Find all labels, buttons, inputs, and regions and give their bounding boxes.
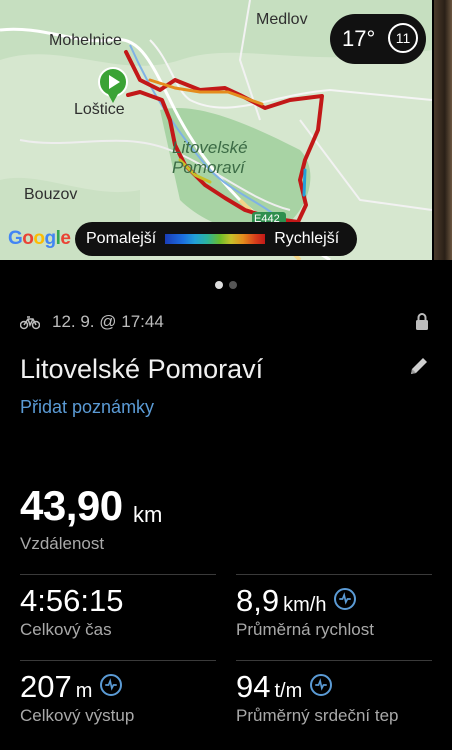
distance-label: Vzdálenost xyxy=(20,534,105,553)
ascent-label: Celkový výstup xyxy=(20,706,135,725)
temperature: 17° xyxy=(342,26,376,51)
ascent-stat[interactable]: 207 m xyxy=(20,669,123,705)
avg-speed-stat[interactable]: 8,9 km/h xyxy=(236,583,357,619)
carousel-indicator xyxy=(0,281,452,289)
legend-fast: Rychlejší xyxy=(274,230,340,247)
speed-legend: Pomalejší Rychlejší xyxy=(75,222,357,256)
avg-speed-unit: km/h xyxy=(283,594,327,616)
route-map[interactable]: Medlov Mohelnice Loštice Bouzov Litovels… xyxy=(0,0,432,260)
activity-title: Litovelské Pomoraví xyxy=(20,354,264,384)
divider xyxy=(236,660,432,661)
weather-badge: 17° 11 xyxy=(330,14,426,64)
google-logo: Google xyxy=(8,228,71,249)
divider xyxy=(20,574,216,575)
activity-date: 12. 9. @ 17:44 xyxy=(52,312,164,331)
divider xyxy=(236,574,432,575)
chart-pulse-icon[interactable] xyxy=(310,673,333,696)
lock-icon[interactable] xyxy=(414,313,430,330)
avg-speed-value: 8,9 xyxy=(236,583,280,618)
legend-slow: Pomalejší xyxy=(86,230,157,247)
chart-pulse-icon[interactable] xyxy=(100,673,123,696)
next-photo-card[interactable] xyxy=(434,0,452,260)
carousel-dot-2[interactable] xyxy=(229,281,237,289)
avg-hr-label: Průměrný srdeční tep xyxy=(236,706,399,725)
activity-meta: 12. 9. @ 17:44 xyxy=(20,312,164,332)
divider xyxy=(20,660,216,661)
map-label-mohelnice: Mohelnice xyxy=(49,32,122,49)
map-label-medlov: Medlov xyxy=(256,11,308,28)
avg-speed-label: Průměrná rychlost xyxy=(236,620,374,639)
map-label-park: Litovelské Pomoraví xyxy=(172,138,248,177)
add-notes-link[interactable]: Přidat poznámky xyxy=(20,397,154,418)
distance-value: 43,90 xyxy=(20,482,123,529)
avg-hr-value: 94 xyxy=(236,669,271,704)
total-time-value: 4:56:15 xyxy=(20,583,124,618)
avg-hr-stat[interactable]: 94 t/m xyxy=(236,669,333,705)
edit-pencil-icon[interactable] xyxy=(408,355,430,377)
avg-hr-unit: t/m xyxy=(274,680,303,702)
total-time-label: Celkový čas xyxy=(20,620,112,639)
speed-gradient-bar xyxy=(165,234,266,244)
bicycle-icon xyxy=(20,316,40,330)
map-label-bouzov: Bouzov xyxy=(24,186,78,203)
distance-unit: km xyxy=(133,502,163,527)
map-label-lostice: Loštice xyxy=(74,101,125,118)
chart-pulse-icon[interactable] xyxy=(334,587,357,610)
carousel-dot-1[interactable] xyxy=(215,281,223,289)
ascent-value: 207 xyxy=(20,669,72,704)
ascent-unit: m xyxy=(75,680,93,702)
wind-speed-icon: 11 xyxy=(388,23,418,53)
